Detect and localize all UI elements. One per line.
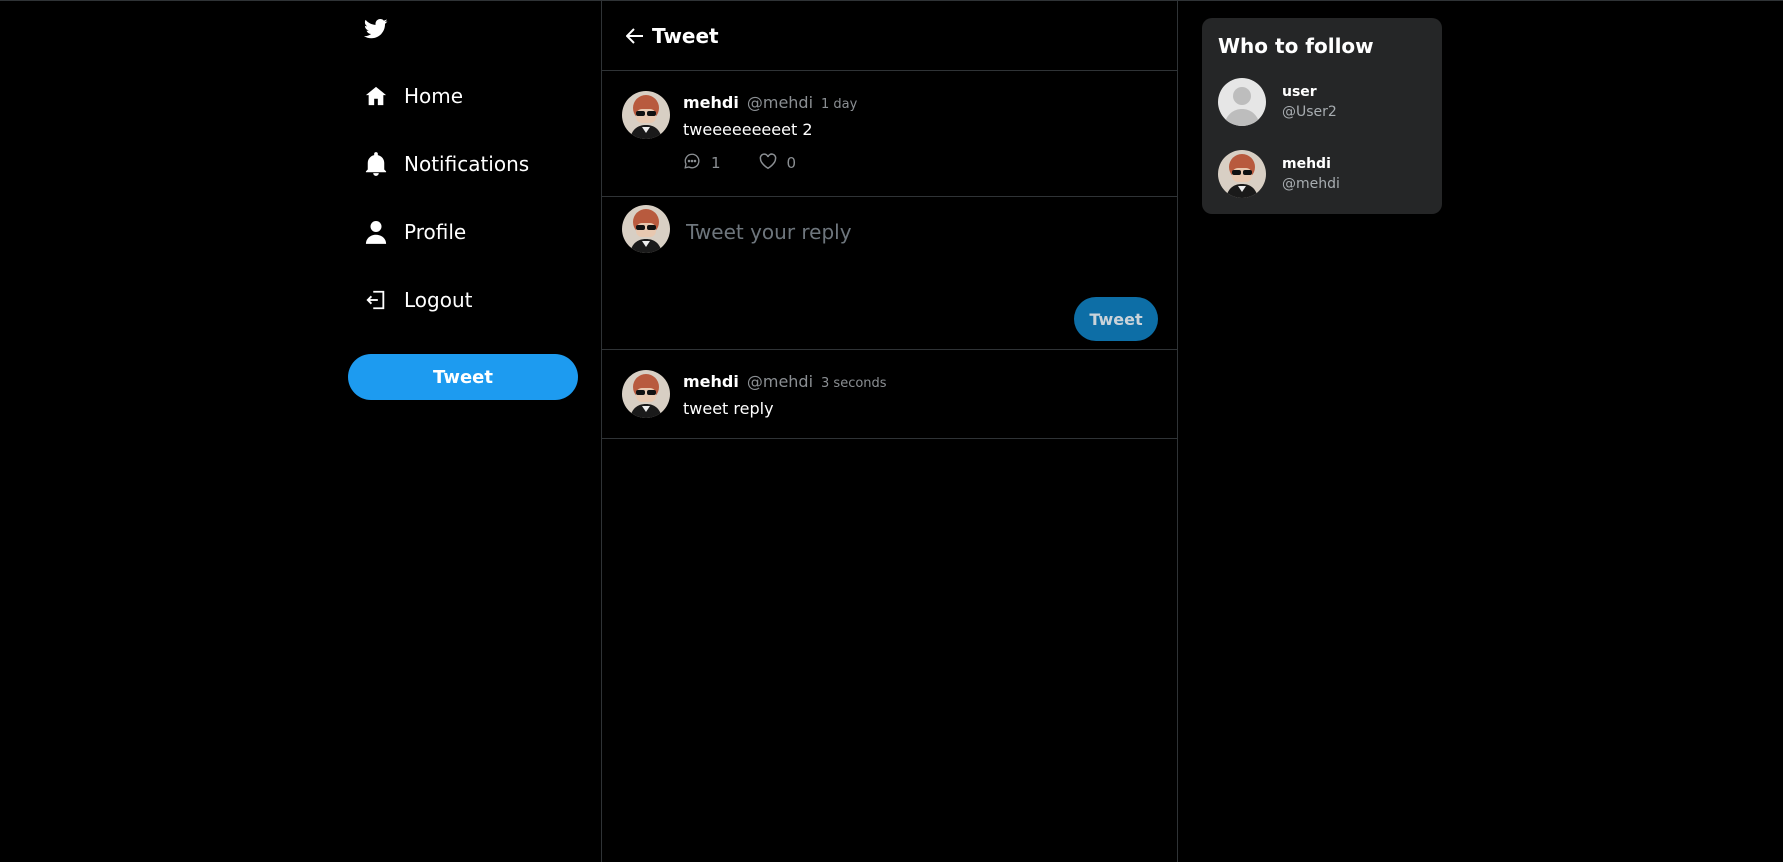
logout-icon bbox=[364, 288, 388, 312]
reply-author-name[interactable]: mehdi bbox=[683, 372, 739, 391]
reply-input[interactable] bbox=[686, 217, 1136, 247]
main-column: Tweet mehdi @mehdi 1 day tweeeeeeeeet 2 … bbox=[601, 1, 1178, 862]
nav-item-profile[interactable]: Profile bbox=[364, 212, 466, 252]
page-header: Tweet bbox=[602, 1, 1177, 71]
twitter-logo-icon[interactable] bbox=[363, 18, 392, 44]
avatar[interactable] bbox=[622, 91, 670, 139]
follow-name: user bbox=[1282, 84, 1317, 100]
heart-icon bbox=[759, 152, 777, 174]
who-to-follow-card: Who to follow user @User2 mehdi @mehdi bbox=[1202, 18, 1442, 214]
reply-tweet[interactable]: mehdi @mehdi 3 seconds tweet reply bbox=[602, 350, 1177, 439]
default-avatar-icon bbox=[1218, 78, 1266, 126]
reply-text: tweet reply bbox=[683, 399, 774, 418]
nav-item-label: Notifications bbox=[404, 152, 530, 176]
like-count: 0 bbox=[786, 154, 797, 172]
reply-composer: Tweet bbox=[602, 197, 1177, 350]
avatar bbox=[1218, 150, 1266, 198]
tweet-button[interactable]: Tweet bbox=[348, 354, 578, 400]
who-to-follow-title: Who to follow bbox=[1218, 34, 1374, 58]
follow-suggestion[interactable]: mehdi @mehdi bbox=[1218, 150, 1340, 198]
home-icon bbox=[364, 84, 388, 108]
follow-name: mehdi bbox=[1282, 156, 1331, 172]
comment-icon bbox=[683, 152, 701, 174]
nav-item-label: Home bbox=[404, 84, 464, 108]
tweet-author-handle: @mehdi bbox=[746, 93, 814, 112]
reply-count: 1 bbox=[711, 154, 721, 172]
follow-handle: @mehdi bbox=[1282, 176, 1340, 192]
follow-handle: @User2 bbox=[1282, 104, 1337, 120]
reply-action[interactable]: 1 bbox=[683, 152, 721, 174]
reply-tweet-button[interactable]: Tweet bbox=[1074, 297, 1158, 341]
tweet-timestamp: 1 day bbox=[821, 97, 858, 112]
nav-item-label: Logout bbox=[404, 288, 473, 312]
tweet-text: tweeeeeeeeet 2 bbox=[683, 120, 813, 139]
nav-item-label: Profile bbox=[404, 220, 467, 244]
follow-suggestion[interactable]: user @User2 bbox=[1218, 78, 1337, 126]
arrow-left-icon[interactable] bbox=[624, 25, 646, 47]
reply-author-handle: @mehdi bbox=[746, 372, 814, 391]
user-icon bbox=[364, 220, 388, 244]
page-title: Tweet bbox=[652, 23, 719, 48]
tweet[interactable]: mehdi @mehdi 1 day tweeeeeeeeet 2 1 0 bbox=[602, 71, 1177, 197]
reply-timestamp: 3 seconds bbox=[821, 376, 887, 391]
like-action[interactable]: 0 bbox=[759, 152, 797, 174]
tweet-author-name[interactable]: mehdi bbox=[683, 93, 739, 112]
bell-icon bbox=[364, 152, 388, 176]
avatar bbox=[622, 205, 670, 253]
nav-item-logout[interactable]: Logout bbox=[364, 280, 472, 320]
nav-item-home[interactable]: Home bbox=[364, 76, 463, 116]
avatar[interactable] bbox=[622, 370, 670, 418]
nav-item-notifications[interactable]: Notifications bbox=[364, 144, 529, 184]
